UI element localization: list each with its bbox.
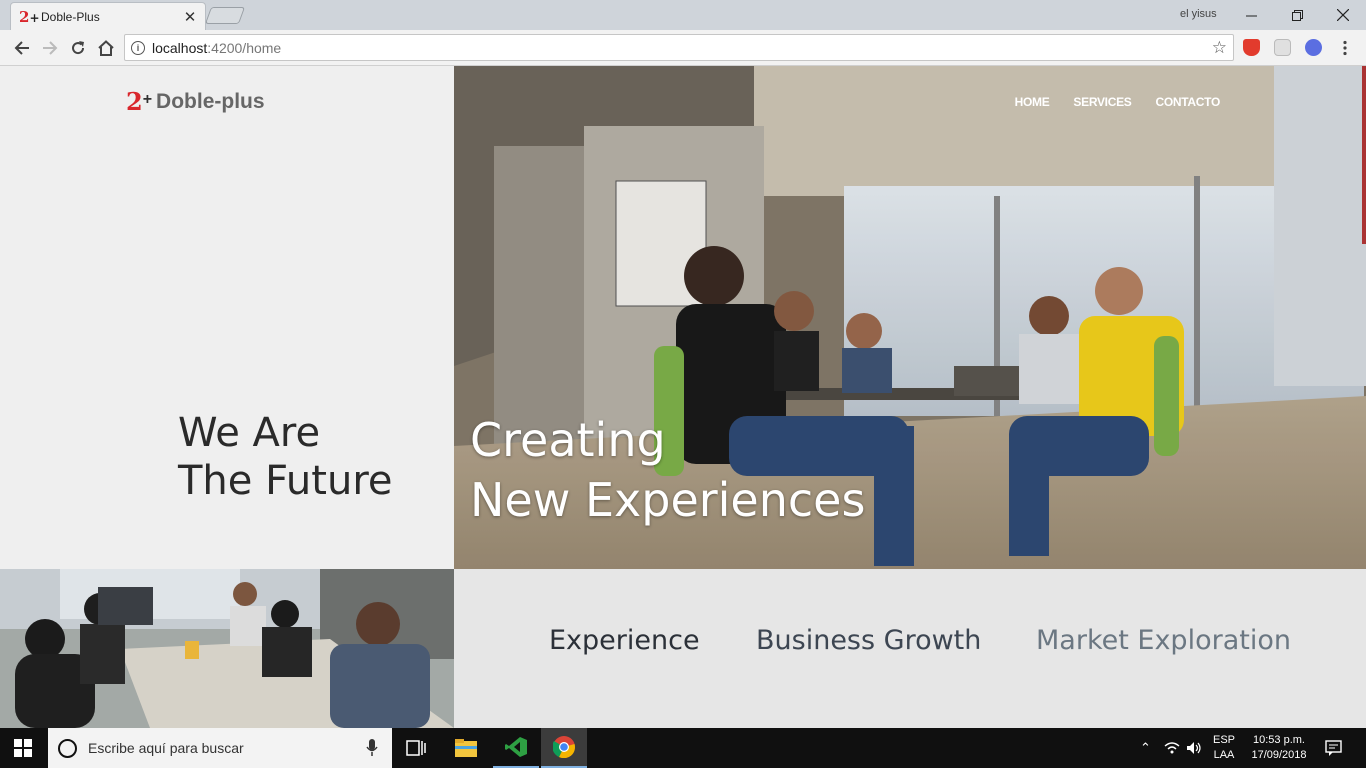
address-bar[interactable]: i localhost:4200/home ☆	[124, 34, 1234, 61]
close-tab-icon[interactable]: ✕	[183, 8, 197, 26]
browser-titlebar: 2+ Doble-Plus ✕ el yisus	[0, 0, 1366, 30]
language-code: ESP	[1212, 734, 1235, 746]
nav-services[interactable]: SERVICES	[1073, 95, 1131, 109]
windows-logo-icon	[14, 739, 32, 757]
hero-image: HOME SERVICES CONTACTO Creating New Expe…	[454, 66, 1366, 569]
taskbar-search[interactable]: Escribe aquí para buscar	[48, 728, 392, 768]
site-favicon-icon: 2+	[19, 7, 40, 26]
arrow-right-icon	[43, 41, 58, 55]
page-viewport: 2 + Doble-plus We Are The Future HOME SE…	[0, 66, 1366, 728]
back-button[interactable]	[10, 36, 34, 60]
tab-title: Doble-Plus	[41, 9, 100, 24]
url-path: :4200/home	[207, 39, 282, 56]
tagline-line-2: The Future	[178, 458, 393, 504]
team-meeting-photo	[0, 569, 454, 728]
new-tab-button[interactable]	[204, 7, 246, 24]
feature-experience[interactable]: Experience	[549, 625, 700, 656]
hero-title-line-1: Creating	[470, 413, 666, 467]
site-logo[interactable]: 2 + Doble-plus	[126, 87, 265, 116]
cortana-icon	[58, 738, 77, 758]
clock-date: 17/09/2018	[1251, 749, 1307, 761]
tagline: We Are The Future	[178, 409, 393, 505]
action-center-icon[interactable]	[1325, 740, 1342, 756]
microphone-icon[interactable]	[366, 739, 378, 757]
logo-text: Doble-plus	[156, 89, 265, 113]
close-icon	[1337, 9, 1349, 21]
shield-extension-icon[interactable]	[1243, 39, 1260, 56]
profile-name[interactable]: el yisus	[1180, 8, 1217, 20]
home-button[interactable]	[94, 36, 118, 60]
logo-plus: +	[142, 90, 153, 108]
hero-title: Creating New Experiences	[470, 410, 865, 530]
reload-button[interactable]	[66, 36, 90, 60]
main-nav: HOME SERVICES CONTACTO	[1015, 95, 1221, 109]
language-indicator[interactable]: ESP LAA	[1211, 733, 1237, 763]
tray-chevron-icon[interactable]: ⌃	[1140, 740, 1151, 756]
kebab-menu-icon	[1343, 40, 1347, 56]
features-strip: Experience Business Growth Market Explor…	[454, 569, 1366, 728]
tagline-line-1: We Are	[178, 410, 321, 456]
extension-icon[interactable]	[1274, 39, 1291, 56]
vscode-button[interactable]	[493, 728, 539, 768]
task-view-icon	[406, 740, 426, 756]
extension-r-icon[interactable]	[1305, 39, 1322, 56]
reload-icon	[72, 41, 85, 55]
logo-mark: 2	[126, 87, 143, 116]
home-icon	[98, 40, 114, 56]
arrow-left-icon	[14, 41, 29, 55]
menu-button[interactable]	[1333, 36, 1357, 60]
file-explorer-button[interactable]	[443, 728, 489, 768]
browser-toolbar: i localhost:4200/home ☆	[0, 30, 1366, 66]
start-button[interactable]	[0, 728, 46, 768]
vscode-icon	[505, 737, 527, 757]
minimize-button[interactable]	[1228, 0, 1274, 30]
windows-taskbar: Escribe aquí para buscar ⌃ ESP LAA 10:53…	[0, 728, 1366, 768]
browser-tab[interactable]: 2+ Doble-Plus ✕	[10, 2, 206, 30]
info-icon[interactable]: i	[131, 40, 145, 55]
wifi-icon[interactable]	[1164, 741, 1180, 755]
forward-button[interactable]	[38, 36, 62, 60]
nav-home[interactable]: HOME	[1015, 95, 1050, 109]
restore-icon	[1291, 9, 1303, 21]
clock-time: 10:53 p.m.	[1253, 734, 1305, 746]
feature-business-growth[interactable]: Business Growth	[756, 625, 981, 656]
left-panel: 2 + Doble-plus We Are The Future	[0, 66, 454, 569]
close-window-button[interactable]	[1320, 0, 1366, 30]
folder-icon	[455, 739, 477, 757]
minimize-icon	[1245, 15, 1257, 16]
search-placeholder: Escribe aquí para buscar	[88, 740, 244, 756]
bookmark-star-icon[interactable]: ☆	[1212, 38, 1227, 58]
speaker-icon[interactable]	[1186, 741, 1202, 755]
keyboard-layout: LAA	[1213, 749, 1235, 761]
task-view-button[interactable]	[393, 728, 439, 768]
url-host: localhost	[152, 39, 208, 56]
chrome-icon	[553, 736, 575, 758]
scrollbar-thumb[interactable]	[1362, 66, 1366, 244]
clock[interactable]: 10:53 p.m. 17/09/2018	[1244, 733, 1314, 763]
nav-contacto[interactable]: CONTACTO	[1156, 95, 1221, 109]
hero-title-line-2: New Experiences	[470, 473, 866, 527]
meeting-photo	[0, 569, 454, 728]
restore-button[interactable]	[1274, 0, 1320, 30]
chrome-button[interactable]	[541, 728, 587, 768]
feature-market-exploration[interactable]: Market Exploration	[1036, 625, 1291, 656]
